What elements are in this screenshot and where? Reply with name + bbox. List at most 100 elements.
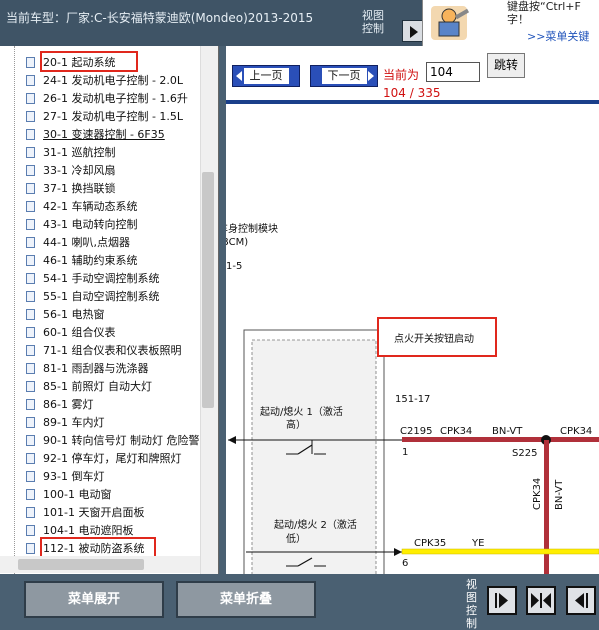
- sidebar-item[interactable]: 55-1 自动空调控制系统: [26, 288, 159, 306]
- menu-keyword-link[interactable]: >>菜单关键: [527, 28, 589, 44]
- sidebar-item-label: 92-1 停车灯，尾灯和牌照灯: [43, 452, 182, 465]
- step-forward-icon: [495, 593, 508, 608]
- document-icon: [26, 327, 35, 338]
- document-icon: [26, 147, 35, 158]
- sidebar-item[interactable]: 71-1 组合仪表和仪表板照明: [26, 342, 181, 360]
- view-control-label-bottom: 视图控制: [466, 578, 477, 630]
- wire-cpk34: [402, 437, 599, 442]
- sidebar-item[interactable]: 81-1 雨刮器与洗涤器: [26, 360, 148, 378]
- sidebar-item[interactable]: 42-1 车辆动态系统: [26, 198, 137, 216]
- document-icon: [26, 363, 35, 374]
- module-label-2: (BCM): [226, 237, 248, 248]
- arrow-right-icon: [368, 71, 374, 81]
- switch2-label: 起动/熄火 2（激活: [274, 518, 357, 531]
- wire1-color: BN-VT: [492, 426, 523, 437]
- document-icon: [26, 417, 35, 428]
- wiring-diagram[interactable]: 车身控制模块 (BCM) 1-5 151-17 起动/熄火 1（激活 高） 起动…: [226, 104, 599, 574]
- sidebar-item-label: 26-1 发动机电子控制 - 1.6升: [43, 92, 188, 105]
- current-page-label: 当前为: [383, 68, 420, 82]
- sidebar-item[interactable]: 89-1 车内灯: [26, 414, 104, 432]
- sidebar-scroll-thumb[interactable]: [202, 172, 214, 408]
- view-next-button-bottom[interactable]: [487, 586, 517, 615]
- sidebar-item-label: 101-1 天窗开启面板: [43, 506, 145, 519]
- annotation-text: 点火开关按钮启动: [394, 332, 474, 345]
- sidebar-item[interactable]: 26-1 发动机电子控制 - 1.6升: [26, 90, 188, 108]
- sidebar-item[interactable]: 92-1 停车灯，尾灯和牌照灯: [26, 450, 181, 468]
- diagram-svg: 车身控制模块 (BCM) 1-5 151-17 起动/熄火 1（激活 高） 起动…: [226, 222, 599, 574]
- play-icon: [410, 26, 418, 38]
- document-icon: [26, 291, 35, 302]
- sidebar-item[interactable]: 27-1 发动机电子控制 - 1.5L: [26, 108, 183, 126]
- sidebar-item[interactable]: 86-1 雾灯: [26, 396, 93, 414]
- module-pin: 1-5: [226, 261, 242, 272]
- wire-cpk35: [401, 548, 599, 555]
- document-icon: [26, 507, 35, 518]
- sidebar-item-label: 100-1 电动窗: [43, 488, 112, 501]
- sidebar-item[interactable]: 24-1 发动机电子控制 - 2.0L: [26, 72, 183, 90]
- sidebar-item-label: 71-1 组合仪表和仪表板照明: [43, 344, 182, 357]
- sidebar-item[interactable]: 30-1 变速器控制 - 6F35: [26, 126, 165, 144]
- vert-wire-color: BN-VT: [554, 479, 565, 510]
- view-fit-button[interactable]: [526, 586, 556, 615]
- sidebar-item[interactable]: 93-1 倒车灯: [26, 468, 104, 486]
- document-icon: [26, 201, 35, 212]
- sidebar-item-label: 86-1 雾灯: [43, 398, 94, 411]
- sidebar-item[interactable]: 101-1 天窗开启面板: [26, 504, 144, 522]
- fit-width-icon: [531, 593, 551, 608]
- sidebar-item[interactable]: 37-1 换挡联锁: [26, 180, 115, 198]
- document-icon: [26, 255, 35, 266]
- sidebar-item-label: 43-1 电动转向控制: [43, 218, 138, 231]
- sidebar-item-label: 31-1 巡航控制: [43, 146, 116, 159]
- sidebar-item-label: 42-1 车辆动态系统: [43, 200, 138, 213]
- document-icon: [26, 399, 35, 410]
- sidebar-item-label: 56-1 电热窗: [43, 308, 105, 321]
- module-label: 车身控制模块: [226, 222, 278, 235]
- connector-label: C2195: [400, 426, 432, 437]
- sidebar-item[interactable]: 54-1 手动空调控制系统: [26, 270, 159, 288]
- sidebar-item-label: 24-1 发动机电子控制 - 2.0L: [43, 74, 184, 87]
- sidebar-item[interactable]: 85-1 前照灯 自动大灯: [26, 378, 152, 396]
- sidebar-item[interactable]: 44-1 喇叭,点烟器: [26, 234, 130, 252]
- ref-number: 151-17: [395, 394, 430, 405]
- sidebar-item[interactable]: 60-1 组合仪表: [26, 324, 115, 342]
- sidebar-item-label: 104-1 电动遮阳板: [43, 524, 134, 537]
- prev-page-button[interactable]: 上一页: [232, 65, 300, 87]
- sidebar-item[interactable]: 43-1 电动转向控制: [26, 216, 137, 234]
- wire1b-label: CPK34: [560, 426, 592, 437]
- hint-panel: 键盘按“Ctrl+F字！ >>菜单关键: [422, 0, 599, 46]
- sidebar-item-label: 81-1 雨刮器与洗涤器: [43, 362, 149, 375]
- view-next-button[interactable]: [402, 20, 424, 42]
- sidebar-item[interactable]: 56-1 电热窗: [26, 306, 104, 324]
- sidebar-item[interactable]: 31-1 巡航控制: [26, 144, 115, 162]
- splice-label: S225: [512, 448, 537, 459]
- pin-1-label: 1: [402, 447, 408, 458]
- wire2-label: CPK35: [414, 538, 446, 549]
- arrow-right-icon: [394, 548, 402, 556]
- sidebar-item-label: 33-1 冷却风扇: [43, 164, 116, 177]
- sidebar-item-label: 46-1 辅助约束系统: [43, 254, 138, 267]
- sidebar-item[interactable]: 90-1 转向信号灯 制动灯 危险警: [26, 432, 199, 450]
- document-icon: [26, 543, 35, 554]
- sidebar-item[interactable]: 33-1 冷却风扇: [26, 162, 115, 180]
- arrow-left-icon: [228, 436, 236, 444]
- document-icon: [26, 381, 35, 392]
- sidebar-item-label: 44-1 喇叭,点烟器: [43, 236, 130, 249]
- document-icon: [26, 489, 35, 500]
- sidebar-item-label: 93-1 倒车灯: [43, 470, 105, 483]
- wire1-label: CPK34: [440, 426, 472, 437]
- jump-button[interactable]: 跳转: [487, 53, 525, 78]
- sidebar-item[interactable]: 46-1 辅助约束系统: [26, 252, 137, 270]
- menu-collapse-button[interactable]: 菜单折叠: [176, 581, 316, 618]
- document-icon: [26, 165, 35, 176]
- sidebar-item-label: 55-1 自动空调控制系统: [43, 290, 160, 303]
- page-number-input[interactable]: [426, 62, 480, 82]
- sidebar-hscroll-thumb[interactable]: [18, 559, 144, 570]
- document-icon: [26, 111, 35, 122]
- view-prev-button-bottom[interactable]: [566, 586, 596, 615]
- menu-expand-button[interactable]: 菜单展开: [24, 581, 164, 618]
- document-icon: [26, 471, 35, 482]
- tree-line: [14, 46, 15, 574]
- sidebar-item-label: 90-1 转向信号灯 制动灯 危险警: [43, 434, 200, 447]
- next-page-button[interactable]: 下一页: [310, 65, 378, 87]
- sidebar-item[interactable]: 100-1 电动窗: [26, 486, 111, 504]
